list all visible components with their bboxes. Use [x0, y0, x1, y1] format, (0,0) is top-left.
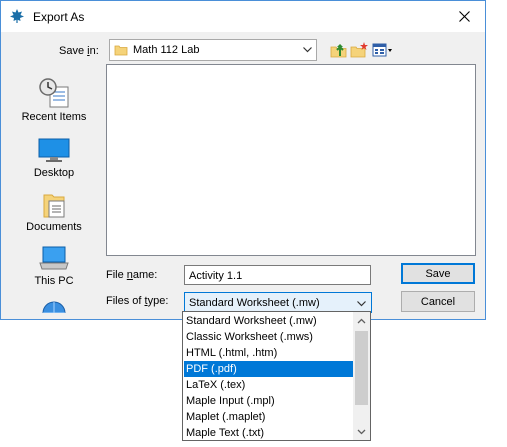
cancel-button[interactable]: Cancel	[401, 291, 475, 312]
file-type-option[interactable]: Classic Worksheet (.mws)	[184, 329, 354, 345]
save-in-label: Save in:	[59, 45, 99, 57]
recent-items-icon	[39, 78, 69, 108]
scroll-down-button[interactable]	[353, 423, 370, 440]
documents-icon	[43, 194, 65, 218]
file-name-input[interactable]	[184, 265, 371, 285]
chevron-down-icon	[357, 429, 366, 434]
place-label: This PC	[34, 275, 74, 287]
file-type-value: Standard Worksheet (.mw)	[189, 297, 320, 309]
folder-icon	[114, 45, 128, 56]
place-label: Desktop	[33, 167, 75, 179]
file-type-option[interactable]: Maple Input (.mpl)	[184, 393, 354, 409]
scrollbar-thumb[interactable]	[355, 331, 368, 405]
network-icon	[42, 301, 66, 313]
place-recent-items[interactable]: Recent Items	[9, 77, 99, 123]
chevron-up-icon	[357, 318, 366, 323]
place-this-pc[interactable]: This PC	[9, 243, 99, 287]
scroll-up-button[interactable]	[353, 312, 370, 329]
new-folder-icon[interactable]	[349, 40, 369, 60]
save-in-value: Math 112 Lab	[133, 44, 200, 56]
maple-leaf-icon	[10, 9, 24, 23]
place-label: Recent Items	[21, 111, 87, 123]
place-network[interactable]	[9, 297, 99, 313]
file-type-option[interactable]: LaTeX (.tex)	[184, 377, 354, 393]
save-button[interactable]: Save	[401, 263, 475, 284]
places-bar: Recent Items Desktop Documents This PC	[9, 65, 99, 313]
chevron-down-icon	[303, 47, 312, 53]
file-type-label: Files of type:	[106, 295, 169, 307]
file-type-option-selected[interactable]: PDF (.pdf)	[184, 361, 354, 377]
window-title: Export As	[33, 10, 85, 24]
file-type-option[interactable]: Maplet (.maplet)	[184, 409, 354, 425]
place-desktop[interactable]: Desktop	[9, 137, 99, 179]
close-button[interactable]	[447, 3, 481, 30]
place-label: Documents	[26, 221, 82, 233]
file-type-option[interactable]: Standard Worksheet (.mw)	[184, 313, 354, 329]
export-as-dialog: Export As Save in: Math 112 Lab Recent I…	[0, 0, 486, 320]
close-icon	[458, 11, 470, 22]
dropdown-scrollbar[interactable]	[353, 312, 370, 440]
file-type-option[interactable]: HTML (.html, .htm)	[184, 345, 354, 361]
up-one-level-icon[interactable]	[329, 40, 349, 60]
save-in-combobox[interactable]: Math 112 Lab	[109, 39, 317, 61]
desktop-icon	[38, 138, 70, 162]
file-type-dropdown-list[interactable]: Standard Worksheet (.mw) Classic Workshe…	[182, 311, 371, 441]
file-name-label: File name:	[106, 269, 158, 281]
file-type-combobox[interactable]: Standard Worksheet (.mw)	[184, 292, 372, 313]
file-type-option[interactable]: Maple Text (.txt)	[184, 425, 354, 440]
title-bar[interactable]: Export As	[1, 1, 485, 32]
file-list[interactable]	[106, 64, 476, 256]
view-menu-icon[interactable]	[371, 40, 395, 60]
this-pc-icon	[39, 246, 69, 270]
chevron-down-icon	[357, 301, 366, 307]
place-documents[interactable]: Documents	[9, 189, 99, 233]
